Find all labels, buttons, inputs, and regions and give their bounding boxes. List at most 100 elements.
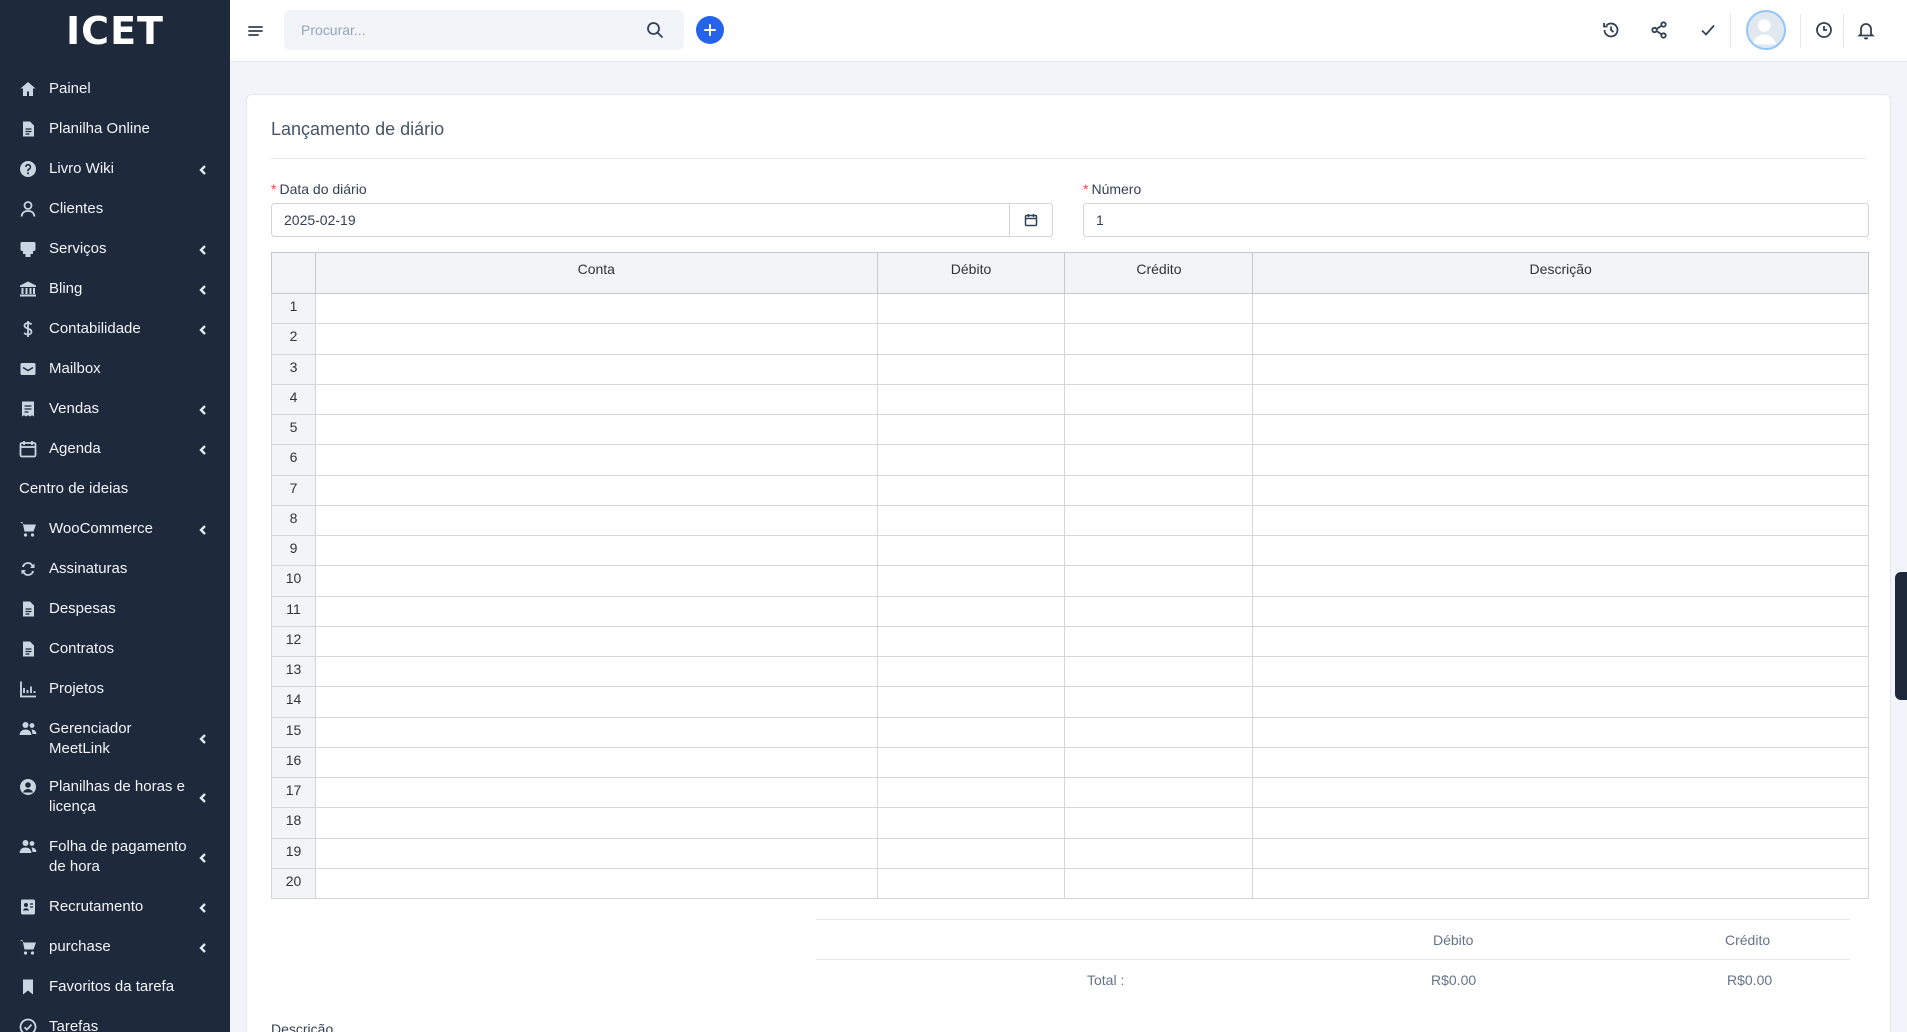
credit-cell[interactable] bbox=[1064, 776, 1254, 809]
number-field[interactable] bbox=[1083, 203, 1869, 237]
description-cell[interactable] bbox=[1252, 716, 1869, 748]
debit-cell[interactable] bbox=[876, 504, 1066, 537]
description-cell[interactable] bbox=[1252, 474, 1869, 506]
description-cell[interactable] bbox=[1252, 413, 1869, 446]
description-cell[interactable] bbox=[1252, 746, 1869, 779]
description-cell[interactable] bbox=[1252, 686, 1869, 718]
credit-cell[interactable] bbox=[1064, 323, 1254, 355]
logo[interactable]: ICET bbox=[0, 0, 230, 62]
debit-cell[interactable] bbox=[876, 716, 1066, 748]
floating-tools[interactable] bbox=[1895, 572, 1907, 700]
credit-cell[interactable] bbox=[1064, 716, 1254, 748]
debit-cell[interactable] bbox=[876, 686, 1066, 718]
description-cell[interactable] bbox=[1252, 776, 1869, 809]
sidebar-item-vendas[interactable]: Vendas bbox=[0, 390, 230, 430]
account-cell[interactable] bbox=[314, 807, 878, 839]
credit-cell[interactable] bbox=[1064, 595, 1254, 627]
avatar[interactable] bbox=[1746, 10, 1786, 50]
credit-cell[interactable] bbox=[1064, 867, 1254, 900]
description-cell[interactable] bbox=[1252, 504, 1869, 537]
sidebar-item-bling[interactable]: Bling bbox=[0, 270, 230, 310]
sidebar-item-woocommerce[interactable]: WooCommerce bbox=[0, 510, 230, 550]
credit-cell[interactable] bbox=[1064, 413, 1254, 446]
description-cell[interactable] bbox=[1252, 383, 1869, 416]
credit-cell[interactable] bbox=[1064, 565, 1254, 597]
debit-cell[interactable] bbox=[876, 776, 1066, 809]
sidebar-item-tarefas[interactable]: Tarefas bbox=[0, 1008, 230, 1032]
description-cell[interactable] bbox=[1252, 837, 1869, 869]
sidebar-item-purchase[interactable]: purchase bbox=[0, 928, 230, 968]
credit-cell[interactable] bbox=[1064, 444, 1254, 476]
account-cell[interactable] bbox=[314, 746, 878, 779]
debit-cell[interactable] bbox=[876, 595, 1066, 627]
share-icon[interactable] bbox=[1648, 19, 1670, 41]
debit-cell[interactable] bbox=[876, 565, 1066, 597]
account-cell[interactable] bbox=[314, 655, 878, 688]
calendar-button[interactable] bbox=[1009, 203, 1053, 237]
quick-create-button[interactable] bbox=[696, 16, 724, 44]
date-field[interactable] bbox=[271, 203, 1010, 237]
account-cell[interactable] bbox=[314, 323, 878, 355]
history-icon[interactable] bbox=[1600, 19, 1622, 41]
sidebar-item-planilha-online[interactable]: Planilha Online bbox=[0, 110, 230, 150]
account-cell[interactable] bbox=[314, 595, 878, 627]
sidebar-item-folha-de-pagamento-de-hora[interactable]: Folha de pagamento de hora bbox=[0, 828, 230, 888]
debit-cell[interactable] bbox=[876, 534, 1066, 567]
credit-cell[interactable] bbox=[1064, 746, 1254, 779]
account-cell[interactable] bbox=[314, 292, 878, 325]
sidebar-item-contabilidade[interactable]: Contabilidade bbox=[0, 310, 230, 350]
checkmark-icon[interactable] bbox=[1697, 19, 1719, 41]
sidebar-item-livro-wiki[interactable]: Livro Wiki bbox=[0, 150, 230, 190]
description-cell[interactable] bbox=[1252, 867, 1869, 900]
credit-cell[interactable] bbox=[1064, 534, 1254, 567]
sidebar-item-despesas[interactable]: Despesas bbox=[0, 590, 230, 630]
debit-cell[interactable] bbox=[876, 867, 1066, 900]
description-cell[interactable] bbox=[1252, 323, 1869, 355]
account-cell[interactable] bbox=[314, 716, 878, 748]
clock-icon[interactable] bbox=[1813, 19, 1835, 41]
credit-cell[interactable] bbox=[1064, 504, 1254, 537]
credit-cell[interactable] bbox=[1064, 474, 1254, 506]
description-cell[interactable] bbox=[1252, 292, 1869, 325]
description-cell[interactable] bbox=[1252, 444, 1869, 476]
sidebar-item-contratos[interactable]: Contratos bbox=[0, 630, 230, 670]
sidebar-item-painel[interactable]: Painel bbox=[0, 70, 230, 110]
sidebar-item-mailbox[interactable]: Mailbox bbox=[0, 350, 230, 390]
description-cell[interactable] bbox=[1252, 655, 1869, 688]
debit-cell[interactable] bbox=[876, 746, 1066, 779]
account-cell[interactable] bbox=[314, 474, 878, 506]
debit-cell[interactable] bbox=[876, 413, 1066, 446]
sidebar-item-agenda[interactable]: Agenda bbox=[0, 430, 230, 470]
search-icon[interactable] bbox=[646, 21, 664, 39]
account-cell[interactable] bbox=[314, 534, 878, 567]
sidebar-item-gerenciador-meetlink[interactable]: Gerenciador MeetLink bbox=[0, 710, 230, 768]
sidebar-item-recrutamento[interactable]: Recrutamento bbox=[0, 888, 230, 928]
description-cell[interactable] bbox=[1252, 807, 1869, 839]
account-cell[interactable] bbox=[314, 444, 878, 476]
credit-cell[interactable] bbox=[1064, 686, 1254, 718]
debit-cell[interactable] bbox=[876, 444, 1066, 476]
debit-cell[interactable] bbox=[876, 807, 1066, 839]
journal-grid[interactable]: Conta Débito Crédito Descrição 123456789… bbox=[271, 252, 1869, 900]
account-cell[interactable] bbox=[314, 837, 878, 869]
description-cell[interactable] bbox=[1252, 595, 1869, 627]
debit-cell[interactable] bbox=[876, 474, 1066, 506]
credit-cell[interactable] bbox=[1064, 383, 1254, 416]
account-cell[interactable] bbox=[314, 413, 878, 446]
account-cell[interactable] bbox=[314, 353, 878, 385]
description-cell[interactable] bbox=[1252, 534, 1869, 567]
debit-cell[interactable] bbox=[876, 323, 1066, 355]
credit-cell[interactable] bbox=[1064, 837, 1254, 869]
debit-cell[interactable] bbox=[876, 837, 1066, 869]
description-cell[interactable] bbox=[1252, 353, 1869, 385]
account-cell[interactable] bbox=[314, 686, 878, 718]
credit-cell[interactable] bbox=[1064, 655, 1254, 688]
account-cell[interactable] bbox=[314, 867, 878, 900]
account-cell[interactable] bbox=[314, 625, 878, 658]
bell-icon[interactable] bbox=[1855, 19, 1877, 41]
menu-toggle-icon[interactable] bbox=[247, 22, 265, 40]
sidebar-item-favoritos-da-tarefa[interactable]: Favoritos da tarefa bbox=[0, 968, 230, 1008]
sidebar-item-planilhas-de-horas-e-licenca[interactable]: Planilhas de horas e licença bbox=[0, 768, 230, 828]
sidebar-item-centro-de-ideias[interactable]: Centro de ideias bbox=[0, 470, 230, 510]
debit-cell[interactable] bbox=[876, 353, 1066, 385]
